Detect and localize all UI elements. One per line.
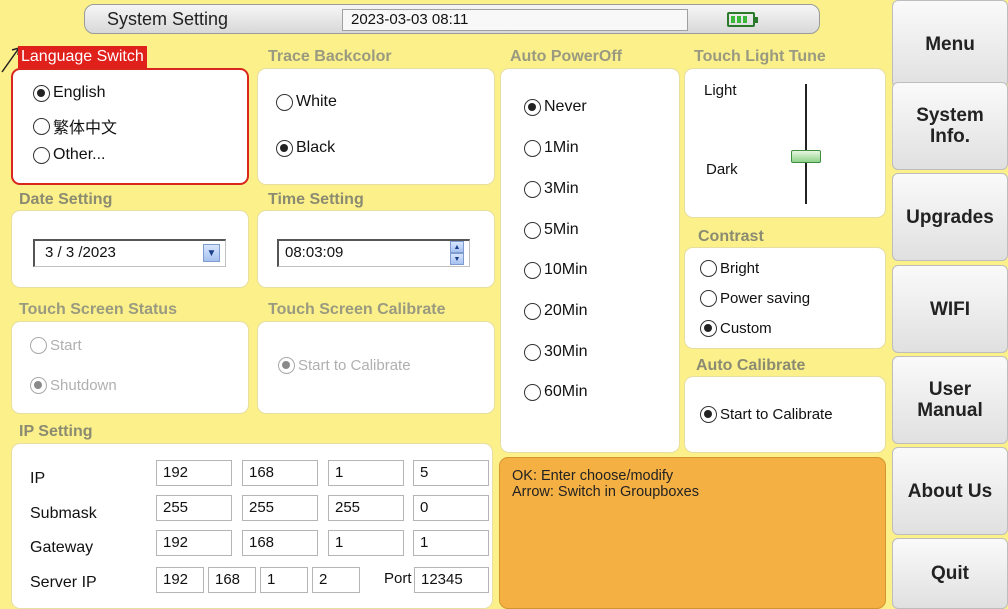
touch-light-label: Touch Light Tune xyxy=(694,48,826,65)
brightness-slider-thumb[interactable] xyxy=(791,150,821,163)
radio-icon xyxy=(524,343,541,361)
radio-icon xyxy=(524,383,541,401)
port-label: Port xyxy=(384,570,412,587)
spin-down-icon[interactable]: ▼ xyxy=(450,253,464,265)
touch-calibrate-label: Touch Screen Calibrate xyxy=(268,301,446,318)
radio-english[interactable]: English xyxy=(33,84,105,102)
ip-octet-2[interactable]: 168 xyxy=(242,460,318,486)
radio-30min[interactable]: 30Min xyxy=(524,343,588,361)
radio-bright[interactable]: Bright xyxy=(700,260,759,277)
gateway-octet-1[interactable]: 192 xyxy=(156,530,232,556)
quit-button[interactable]: Quit xyxy=(892,538,1008,609)
auto-calibrate-button[interactable]: Start to Calibrate xyxy=(700,406,833,423)
radio-icon xyxy=(30,377,47,394)
radio-1min[interactable]: 1Min xyxy=(524,139,579,157)
submask-octet-4[interactable]: 0 xyxy=(413,495,489,521)
radio-icon xyxy=(700,320,717,337)
gateway-octet-4[interactable]: 1 xyxy=(413,530,489,556)
light-label: Light xyxy=(704,82,737,99)
ip-octet-3[interactable]: 1 xyxy=(328,460,404,486)
submask-label: Submask xyxy=(30,505,97,522)
gateway-octet-3[interactable]: 1 xyxy=(328,530,404,556)
battery-icon xyxy=(727,12,758,27)
date-picker[interactable]: 3 / 3 /2023 xyxy=(33,239,226,267)
radio-black[interactable]: Black xyxy=(276,139,335,157)
radio-traditional-chinese[interactable]: 繁体中文 xyxy=(33,114,117,138)
radio-icon xyxy=(278,357,295,374)
radio-icon xyxy=(276,139,293,157)
submask-octet-3[interactable]: 255 xyxy=(328,495,404,521)
radio-icon xyxy=(524,221,541,239)
radio-icon xyxy=(524,261,541,279)
date-setting-label: Date Setting xyxy=(19,191,113,208)
touch-status-label: Touch Screen Status xyxy=(19,301,177,318)
touch-status-group xyxy=(11,321,249,414)
server-ip-octet-4[interactable]: 2 xyxy=(312,567,360,593)
about-us-button[interactable]: About Us xyxy=(892,447,1008,535)
radio-icon xyxy=(524,98,541,116)
radio-white[interactable]: White xyxy=(276,93,337,111)
start-calibrate-button: Start to Calibrate xyxy=(278,357,411,374)
hint-line-ok: OK: Enter choose/modify xyxy=(512,468,674,484)
radio-3min[interactable]: 3Min xyxy=(524,180,579,198)
language-switch-label: Language Switch xyxy=(18,46,147,68)
system-info-button[interactable]: System Info. xyxy=(892,82,1008,170)
time-picker[interactable]: 08:03:09 xyxy=(277,239,470,267)
radio-never[interactable]: Never xyxy=(524,98,587,116)
radio-shutdown: Shutdown xyxy=(30,377,117,394)
radio-icon xyxy=(33,117,50,135)
time-spinner[interactable]: ▲ ▼ xyxy=(450,241,464,265)
server-ip-octet-2[interactable]: 168 xyxy=(208,567,256,593)
ip-octet-4[interactable]: 5 xyxy=(413,460,489,486)
brightness-slider-track[interactable] xyxy=(805,84,807,204)
auto-calibrate-label: Auto Calibrate xyxy=(696,357,806,374)
spin-up-icon[interactable]: ▲ xyxy=(450,241,464,253)
radio-start: Start xyxy=(30,337,82,354)
contrast-label: Contrast xyxy=(698,228,764,245)
submask-octet-2[interactable]: 255 xyxy=(242,495,318,521)
dropdown-arrow-icon[interactable]: ▼ xyxy=(203,244,220,262)
trace-backcolor-group xyxy=(257,68,495,185)
window-title: System Setting xyxy=(107,9,229,29)
radio-icon xyxy=(276,93,293,111)
trace-backcolor-label: Trace Backcolor xyxy=(268,48,392,65)
submask-octet-1[interactable]: 255 xyxy=(156,495,232,521)
ip-label: IP xyxy=(30,470,46,487)
server-ip-octet-1[interactable]: 192 xyxy=(156,567,204,593)
hint-box: OK: Enter choose/modify Arrow: Switch in… xyxy=(499,457,886,609)
radio-20min[interactable]: 20Min xyxy=(524,302,588,320)
radio-icon xyxy=(700,290,717,307)
auto-poweroff-label: Auto PowerOff xyxy=(510,48,622,65)
radio-icon xyxy=(700,406,717,423)
radio-custom[interactable]: Custom xyxy=(700,320,772,337)
radio-icon xyxy=(700,260,717,277)
hint-line-arrow: Arrow: Switch in Groupboxes xyxy=(512,484,699,500)
time-setting-label: Time Setting xyxy=(268,191,364,208)
radio-icon xyxy=(524,180,541,198)
radio-icon xyxy=(30,337,47,354)
gateway-label: Gateway xyxy=(30,539,94,556)
menu-button[interactable]: Menu xyxy=(892,0,1008,88)
radio-icon xyxy=(524,302,541,320)
user-manual-button[interactable]: User Manual xyxy=(892,356,1008,444)
radio-5min[interactable]: 5Min xyxy=(524,221,579,239)
ip-setting-label: IP Setting xyxy=(19,423,93,440)
ip-octet-1[interactable]: 192 xyxy=(156,460,232,486)
server-ip-label: Server IP xyxy=(30,574,97,591)
radio-icon xyxy=(33,84,50,102)
radio-power-saving[interactable]: Power saving xyxy=(700,290,810,307)
wifi-button[interactable]: WIFI xyxy=(892,265,1008,353)
dark-label: Dark xyxy=(706,161,738,178)
datetime-display: 2023-03-03 08:11 xyxy=(342,9,688,31)
radio-10min[interactable]: 10Min xyxy=(524,261,588,279)
server-ip-octet-3[interactable]: 1 xyxy=(260,567,308,593)
gateway-octet-2[interactable]: 168 xyxy=(242,530,318,556)
radio-60min[interactable]: 60Min xyxy=(524,383,588,401)
radio-icon xyxy=(524,139,541,157)
upgrades-button[interactable]: Upgrades xyxy=(892,173,1008,261)
radio-icon xyxy=(33,146,50,164)
port-input[interactable]: 12345 xyxy=(414,567,489,593)
radio-other-language[interactable]: Other... xyxy=(33,146,105,164)
